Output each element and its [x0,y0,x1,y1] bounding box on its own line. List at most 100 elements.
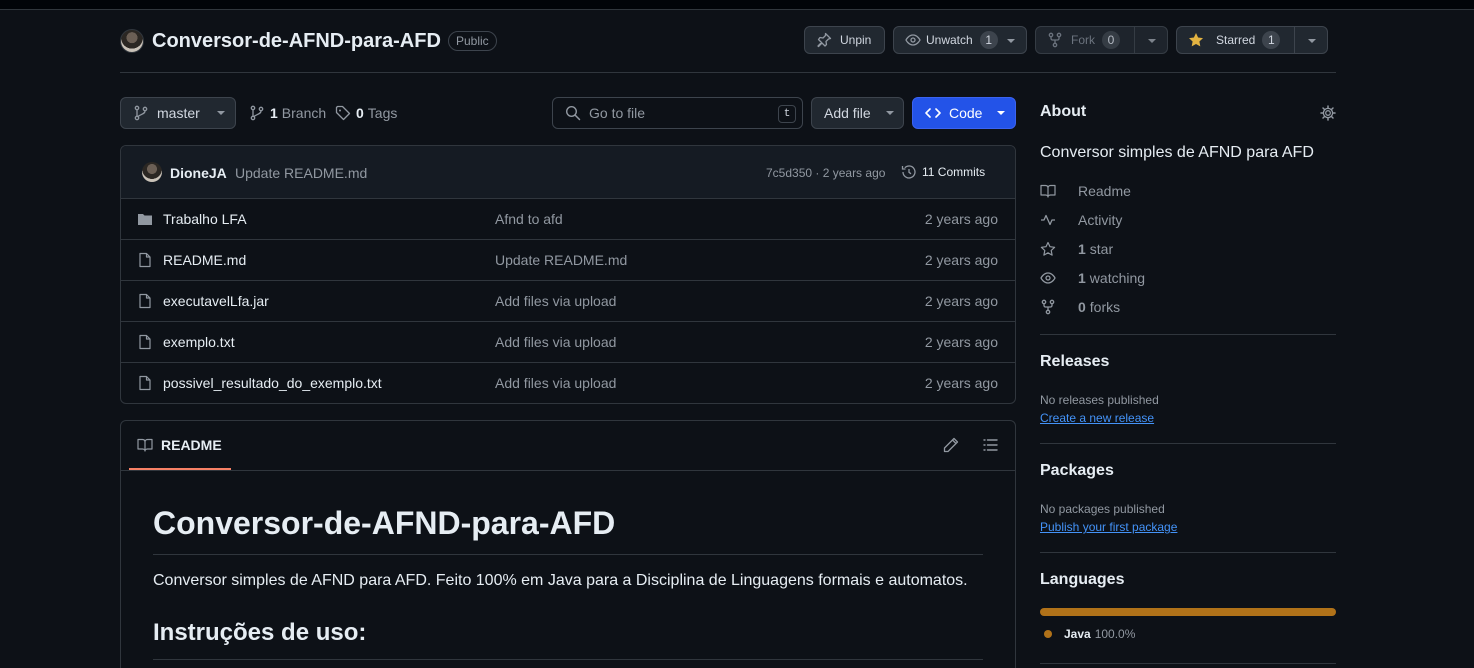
divider [1040,334,1336,335]
code-button[interactable]: Code [912,97,1016,129]
create-release-link[interactable]: Create a new release [1040,411,1154,425]
file-age: 2 years ago [924,293,998,309]
file-age: 2 years ago [924,375,998,391]
branches-link[interactable]: 1 Branch [249,105,326,121]
pencil-icon[interactable] [943,437,959,453]
releases-heading[interactable]: Releases [1040,353,1336,371]
forks-link[interactable]: 0 forks [1040,299,1120,315]
languages-heading: Languages [1040,571,1125,588]
file-name-link[interactable]: README.md [163,252,246,268]
chevron-down-icon[interactable] [1147,38,1157,44]
packages-empty-text: No packages published [1040,502,1165,516]
readme-subtitle: Instruções de uso: [153,619,983,660]
gear-icon[interactable] [1320,105,1336,121]
packages-heading[interactable]: Packages [1040,462,1336,480]
latest-commit-bar: DioneJA Update README.md 7c5d350 · 2 yea… [121,146,1015,199]
keyboard-shortcut-hint: t [778,105,796,123]
file-icon [137,252,153,268]
file-age: 2 years ago [924,252,998,268]
chevron-down-icon[interactable] [1307,38,1317,44]
add-file-label: Add file [824,105,871,121]
chevron-down-icon [996,110,1006,116]
file-row[interactable]: possivel_resultado_do_exemplo.txt Add fi… [121,363,1015,403]
repo-name-link[interactable]: Conversor-de-AFND-para-AFD [152,30,441,53]
file-name-link[interactable]: Trabalho LFA [163,211,247,227]
book-icon [1040,183,1067,199]
packages-section: Packages [1040,462,1336,480]
unpin-button[interactable]: Unpin [804,26,885,54]
file-table: DioneJA Update README.md 7c5d350 · 2 yea… [120,145,1016,404]
owner-avatar[interactable] [120,29,144,53]
readme-link[interactable]: Readme [1040,183,1131,199]
tag-icon [335,105,351,121]
visibility-badge: Public [448,31,497,51]
star-icon [1040,241,1067,257]
forks-label: forks [1089,299,1121,315]
file-row[interactable]: Trabalho LFA Afnd to afd 2 years ago [121,199,1015,240]
repo-description: Conversor simples de AFND para AFD [1040,144,1314,161]
divider [1040,663,1336,664]
commit-author-link[interactable]: DioneJA [170,165,227,181]
publish-package-link[interactable]: Publish your first package [1040,520,1177,534]
list-outline-icon[interactable] [982,437,998,453]
languages-section: Languages [1040,571,1336,589]
file-commit-message[interactable]: Add files via upload [495,334,616,350]
fork-label: Fork [1071,33,1095,47]
file-commit-message[interactable]: Add files via upload [495,293,616,309]
file-commit-message[interactable]: Afnd to afd [495,211,563,227]
file-row[interactable]: README.md Update README.md 2 years ago [121,240,1015,281]
commit-message-link[interactable]: Update README.md [235,165,367,181]
file-name-link[interactable]: exemplo.txt [163,334,235,350]
stars-link[interactable]: 1 star [1040,241,1113,257]
starred-button[interactable]: Starred 1 [1176,26,1328,54]
branch-selector[interactable]: master [120,97,236,129]
add-file-button[interactable]: Add file [811,97,904,129]
file-row[interactable]: exemplo.txt Add files via upload 2 years… [121,322,1015,363]
tab-readme[interactable]: README [129,421,231,470]
file-row[interactable]: executavelLfa.jar Add files via upload 2… [121,281,1015,322]
button-divider [1294,27,1295,53]
fork-icon [1040,299,1067,315]
file-icon [137,293,153,309]
language-item[interactable]: Java 100.0% [1044,627,1135,641]
eye-icon [905,32,921,48]
activity-link[interactable]: Activity [1040,212,1122,228]
star-count: 1 [1262,31,1281,49]
language-color-dot [1044,630,1052,638]
go-to-file-search[interactable]: t [552,97,803,129]
readme-link-label: Readme [1078,183,1131,199]
stars-count: 1 [1078,241,1086,257]
unwatch-button[interactable]: Unwatch 1 [893,26,1027,54]
code-label: Code [949,105,983,121]
file-name-link[interactable]: possivel_resultado_do_exemplo.txt [163,375,382,391]
fork-button[interactable]: Fork 0 [1035,26,1168,54]
top-bar-edge [0,0,1474,10]
watching-label: watching [1089,270,1146,286]
readme-panel: README Conversor-de-AFND-para-AFD Conver… [120,420,1016,668]
fork-icon [1047,32,1063,48]
avatar[interactable] [142,162,162,182]
file-commit-message[interactable]: Add files via upload [495,375,616,391]
commits-history-link[interactable]: 11 Commits [901,164,985,180]
repo-header: Conversor-de-AFND-para-AFD Public Unpin … [120,26,1336,73]
divider [1040,552,1336,553]
watchers-link[interactable]: 1 watching [1040,270,1145,286]
file-name-link[interactable]: executavelLfa.jar [163,293,269,309]
commits-count: 11 Commits [922,165,986,179]
unpin-label: Unpin [840,33,872,47]
file-icon [137,375,153,391]
language-name: Java [1064,627,1091,641]
chevron-down-icon [216,110,226,116]
branch-icon [133,105,149,121]
file-commit-message[interactable]: Update README.md [495,252,627,268]
tags-link[interactable]: 0 Tags [335,105,397,121]
book-icon [137,437,153,453]
pin-icon [816,32,832,48]
file-icon [137,334,153,350]
chevron-down-icon [1006,38,1016,44]
commit-meta[interactable]: 7c5d350 · 2 years ago [766,166,885,180]
readme-paragraph: Conversor simples de AFND para AFD. Feit… [153,572,968,589]
branches-count: 1 [270,105,278,121]
search-input[interactable] [589,105,769,121]
language-bar [1040,608,1336,616]
